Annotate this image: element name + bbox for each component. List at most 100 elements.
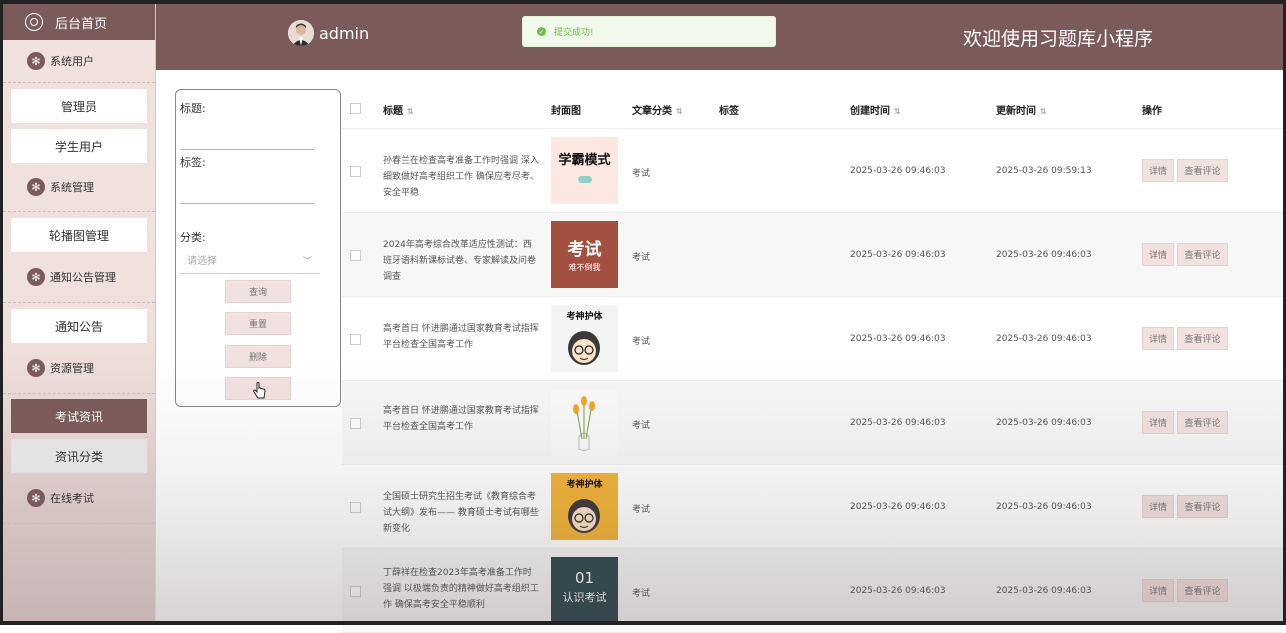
query-button[interactable]: 查询 (225, 280, 291, 303)
row-created: 2025-03-26 09:46:03 (850, 334, 946, 344)
username[interactable]: admin (319, 24, 369, 43)
sidebar-home[interactable]: 后台首页 (3, 4, 155, 40)
detail-button[interactable]: 详情 (1142, 579, 1174, 602)
row-title: 高考首日 怀进鹏通过国家教育考试指挥平台检查全国高考工作 (383, 406, 539, 432)
menu-group-label: 系统管理 (50, 181, 94, 194)
delete-button[interactable]: 删除 (225, 345, 291, 368)
menu-group-label: 系统用户 (50, 55, 94, 68)
menu-group-notice-manage[interactable]: ✻ 通知公告管理 (3, 252, 155, 303)
header-tags: 标签 (719, 106, 739, 117)
row-category: 考试 (632, 589, 651, 599)
select-all-checkbox[interactable] (350, 103, 361, 114)
row-cover-image: 考试 难不倒我 (551, 221, 618, 288)
table-header: 标题 ⇅ 封面图 文章分类 ⇅ 标签 创建时间 ⇅ 更新时间 ⇅ 操作 (342, 88, 1283, 129)
row-checkbox[interactable] (350, 334, 361, 345)
table-body: 孙春兰在检查高考准备工作时强调 深入细致做好高考组织工作 确保应考尽考、安全平稳… (342, 129, 1283, 633)
menu-group-system-manage[interactable]: ✻ 系统管理 (3, 163, 155, 212)
row-cover-image: 考神护体 (551, 473, 618, 540)
header-category[interactable]: 文章分类 ⇅ (632, 102, 683, 117)
row-category: 考试 (632, 505, 651, 515)
detail-button[interactable]: 详情 (1142, 327, 1174, 350)
menu-group-system-users[interactable]: ✻ 系统用户 (3, 40, 155, 83)
sort-icon: ⇅ (1040, 107, 1047, 116)
tag-label: 标签: (180, 156, 206, 169)
table-row: 孙春兰在检查高考准备工作时强调 深入细致做好高考组织工作 确保应考尽考、安全平稳… (342, 129, 1283, 213)
header-actions: 操作 (1142, 106, 1162, 117)
row-updated: 2025-03-26 09:46:03 (996, 418, 1092, 428)
search-panel: 标题: 标签: 分类: 请选择 ﹀ 查询 重置 删除 (175, 89, 341, 407)
avatar[interactable] (288, 20, 314, 46)
detail-button[interactable]: 详情 (1142, 495, 1174, 518)
news-table: 标题 ⇅ 封面图 文章分类 ⇅ 标签 创建时间 ⇅ 更新时间 ⇅ 操作 孙春兰在检查高考… (342, 88, 1283, 633)
view-comments-button[interactable]: 查看评论 (1177, 159, 1228, 182)
reset-button[interactable]: 重置 (225, 312, 291, 335)
view-comments-button[interactable]: 查看评论 (1177, 495, 1228, 518)
row-category: 考试 (632, 169, 651, 179)
header-title[interactable]: 标题 ⇅ (383, 102, 414, 117)
row-cover-image: 学霸模式 (551, 137, 618, 204)
sort-icon: ⇅ (894, 107, 901, 116)
title-label: 标题: (180, 102, 206, 115)
category-placeholder: 请选择 (187, 256, 217, 267)
row-title: 全国硕士研究生招生考试《教育综合考试大纲》发布—— 教育硕士考试有哪些新变化 (383, 492, 539, 534)
row-cover-image (551, 389, 618, 456)
header-cover: 封面图 (551, 106, 581, 117)
cover-text: 01 (574, 569, 595, 587)
category-select[interactable]: 请选择 ﹀ (180, 250, 320, 274)
success-check-icon: ✓ (537, 27, 546, 36)
menu-icon: ✻ (27, 268, 45, 286)
detail-button[interactable]: 详情 (1142, 159, 1174, 182)
row-category: 考试 (632, 421, 651, 431)
tag-input[interactable] (180, 181, 314, 204)
cover-subtext: 认识考试 (562, 591, 607, 604)
row-title: 丁薛祥在检查2023年高考准备工作时强调 以极端负责的精神做好高考组织工作 确保… (383, 568, 539, 610)
row-checkbox[interactable] (350, 586, 361, 597)
row-checkbox[interactable] (350, 418, 361, 429)
menu-icon: ✻ (27, 359, 45, 377)
sidebar-item-admin[interactable]: 管理员 (11, 89, 147, 123)
sort-icon: ⇅ (676, 107, 683, 116)
title-input[interactable] (180, 127, 314, 150)
row-created: 2025-03-26 09:46:03 (850, 250, 946, 260)
header-updated[interactable]: 更新时间 ⇅ (996, 102, 1047, 117)
row-checkbox[interactable] (350, 502, 361, 513)
cover-subtext: 难不倒我 (568, 263, 601, 272)
row-checkbox[interactable] (350, 166, 361, 177)
row-created: 2025-03-26 09:46:03 (850, 586, 946, 596)
sidebar-item-news-category[interactable]: 资讯分类 (11, 439, 147, 473)
menu-group-label: 通知公告管理 (50, 271, 116, 284)
category-label: 分类: (180, 231, 206, 244)
cover-text: 学霸模式 (558, 153, 611, 168)
table-row: 2024年高考综合改革适应性测试：西班牙语科新课标试卷、专家解读及问卷调查 考试… (342, 213, 1283, 297)
row-category: 考试 (632, 337, 651, 347)
menu-icon: ✻ (27, 52, 45, 70)
sidebar-item-notice[interactable]: 通知公告 (11, 309, 147, 343)
sidebar-item-carousel[interactable]: 轮播图管理 (11, 218, 147, 252)
view-comments-button[interactable]: 查看评论 (1177, 243, 1228, 266)
table-row: 高考首日 怀进鹏通过国家教育考试指挥平台检查全国高考工作 考神护体 考试 202… (342, 297, 1283, 381)
row-cover-image: 01 认识考试 (551, 557, 618, 624)
sidebar-item-student-users[interactable]: 学生用户 (11, 129, 147, 163)
hand-cursor-icon (253, 382, 266, 399)
chevron-down-icon: ﹀ (302, 257, 312, 267)
cartoon-face-icon (568, 499, 600, 533)
menu-group-online-exam[interactable]: ✻ 在线考试 (3, 473, 155, 524)
row-title: 高考首日 怀进鹏通过国家教育考试指挥平台检查全国高考工作 (383, 324, 539, 350)
sidebar-item-exam-news[interactable]: 考试资讯 (11, 399, 147, 433)
row-created: 2025-03-26 09:46:03 (850, 502, 946, 512)
success-toast: ✓ 提交成功! (522, 16, 776, 47)
detail-button[interactable]: 详情 (1142, 411, 1174, 434)
welcome-title: 欢迎使用习题库小程序 (962, 28, 1153, 50)
row-created: 2025-03-26 09:46:03 (850, 418, 946, 428)
menu-group-label: 在线考试 (50, 492, 94, 505)
menu-group-resource-manage[interactable]: ✻ 资源管理 (3, 343, 155, 394)
cover-text: 考神护体 (566, 480, 603, 490)
view-comments-button[interactable]: 查看评论 (1177, 579, 1228, 602)
view-comments-button[interactable]: 查看评论 (1177, 327, 1228, 350)
header-created[interactable]: 创建时间 ⇅ (850, 102, 901, 117)
menu-icon: ✻ (27, 489, 45, 507)
row-checkbox[interactable] (350, 250, 361, 261)
view-comments-button[interactable]: 查看评论 (1177, 411, 1228, 434)
menu-icon: ✻ (27, 178, 45, 196)
detail-button[interactable]: 详情 (1142, 243, 1174, 266)
